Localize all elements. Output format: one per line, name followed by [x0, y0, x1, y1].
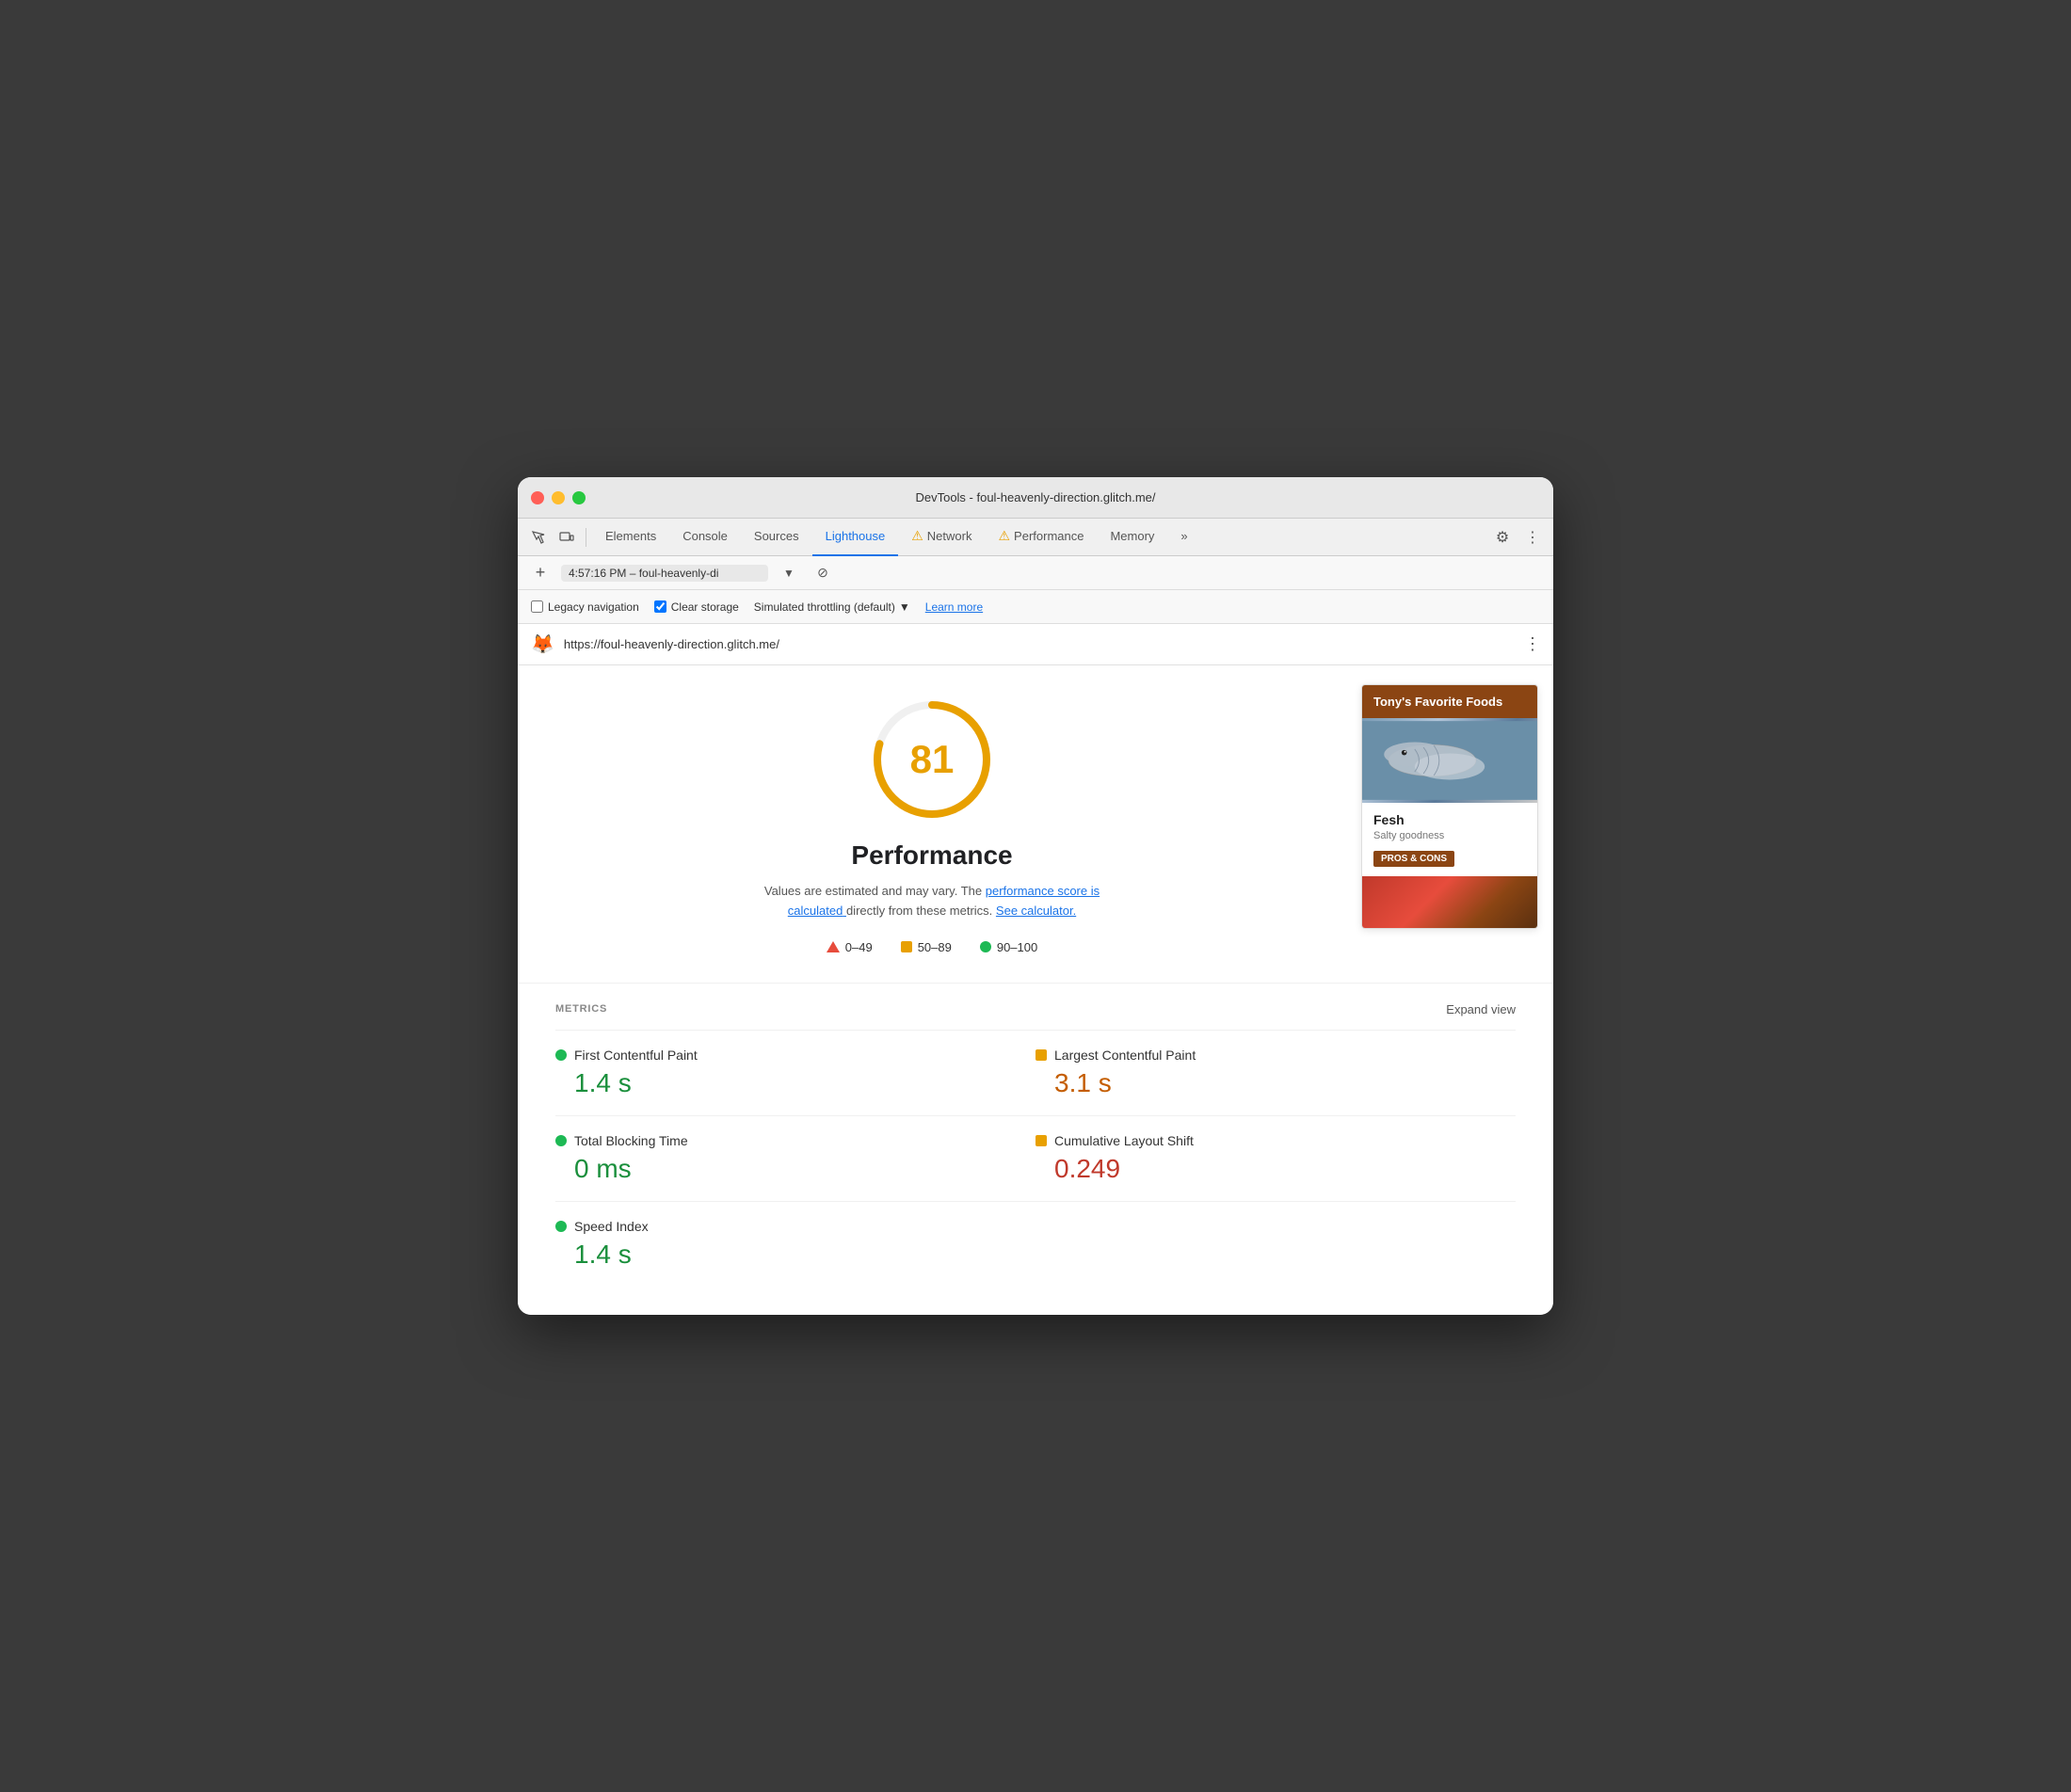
- score-value: 81: [910, 737, 955, 782]
- url-bar-row: + 4:57:16 PM – foul-heavenly-di ▼ ⊘: [518, 556, 1553, 590]
- preview-image-second: [1362, 876, 1537, 928]
- score-circle: 81: [866, 694, 998, 825]
- device-toggle-icon[interactable]: [554, 524, 580, 551]
- metric-lcp-name-row: Largest Contentful Paint: [1036, 1048, 1516, 1063]
- calculator-link[interactable]: See calculator.: [996, 904, 1076, 918]
- metric-fcp-name-row: First Contentful Paint: [555, 1048, 1036, 1063]
- toolbar-right: ⚙ ⋮: [1489, 524, 1546, 551]
- legend-low: 0–49: [827, 940, 873, 954]
- more-menu-icon[interactable]: ⋮: [1519, 524, 1546, 551]
- inspect-element-icon[interactable]: [525, 524, 552, 551]
- site-url: https://foul-heavenly-direction.glitch.m…: [564, 637, 1515, 651]
- clear-storage-input[interactable]: [654, 600, 666, 613]
- performance-description: Values are estimated and may vary. The p…: [744, 882, 1120, 921]
- window-title: DevTools - foul-heavenly-direction.glitc…: [915, 490, 1155, 504]
- legacy-navigation-input[interactable]: [531, 600, 543, 613]
- tab-performance[interactable]: ⚠ Performance: [985, 519, 1097, 556]
- devtools-toolbar: Elements Console Sources Lighthouse ⚠ Ne…: [518, 519, 1553, 556]
- legend-mid-icon: [901, 941, 912, 952]
- tab-lighthouse[interactable]: Lighthouse: [812, 519, 899, 556]
- metric-cls-name: Cumulative Layout Shift: [1054, 1133, 1194, 1148]
- legend-high: 90–100: [980, 940, 1037, 954]
- minimize-button[interactable]: [552, 491, 565, 504]
- maximize-button[interactable]: [572, 491, 586, 504]
- main-content: 81 Performance Values are estimated and …: [518, 665, 1553, 983]
- metric-lcp-dot: [1036, 1049, 1047, 1061]
- traffic-lights: [531, 491, 586, 504]
- tab-elements[interactable]: Elements: [592, 519, 669, 556]
- metric-tbt: Total Blocking Time 0 ms: [555, 1116, 1036, 1202]
- metric-fcp-value: 1.4 s: [555, 1068, 1036, 1098]
- metric-tbt-name-row: Total Blocking Time: [555, 1133, 1036, 1148]
- metric-cls: Cumulative Layout Shift 0.249: [1036, 1116, 1516, 1202]
- site-preview-card: Tony's Favorite Foods: [1361, 684, 1538, 929]
- preview-body: Fesh Salty goodness PROS & CONS: [1362, 803, 1537, 876]
- pros-cons-button[interactable]: PROS & CONS: [1373, 851, 1454, 867]
- add-tab-icon[interactable]: +: [527, 560, 554, 586]
- metric-cls-name-row: Cumulative Layout Shift: [1036, 1133, 1516, 1148]
- tab-sources[interactable]: Sources: [741, 519, 812, 556]
- options-row: Legacy navigation Clear storage Simulate…: [518, 590, 1553, 624]
- metric-fcp-name: First Contentful Paint: [574, 1048, 698, 1063]
- metric-fcp-dot: [555, 1049, 567, 1061]
- performance-title: Performance: [851, 840, 1012, 871]
- site-favicon: 🦊: [531, 632, 554, 656]
- preview-food-name: Fesh: [1373, 812, 1526, 827]
- tab-console[interactable]: Console: [669, 519, 741, 556]
- tab-more[interactable]: »: [1167, 519, 1200, 556]
- metrics-grid: First Contentful Paint 1.4 s Largest Con…: [555, 1030, 1516, 1287]
- metric-si-name: Speed Index: [574, 1219, 649, 1234]
- metric-si-name-row: Speed Index: [555, 1219, 1036, 1234]
- legend-low-icon: [827, 941, 840, 952]
- preview-header: Tony's Favorite Foods: [1362, 685, 1537, 718]
- legend-mid: 50–89: [901, 940, 952, 954]
- expand-view-button[interactable]: Expand view: [1446, 1002, 1516, 1016]
- tab-memory[interactable]: Memory: [1097, 519, 1167, 556]
- metric-lcp: Largest Contentful Paint 3.1 s: [1036, 1030, 1516, 1116]
- metric-tbt-value: 0 ms: [555, 1154, 1036, 1184]
- metric-fcp: First Contentful Paint 1.4 s: [555, 1030, 1036, 1116]
- preview-food-desc: Salty goodness: [1373, 830, 1526, 841]
- url-timestamp[interactable]: 4:57:16 PM – foul-heavenly-di: [561, 565, 768, 582]
- block-icon[interactable]: ⊘: [810, 560, 836, 586]
- right-panel: Tony's Favorite Foods: [1346, 665, 1553, 983]
- devtools-window: DevTools - foul-heavenly-direction.glitc…: [518, 477, 1553, 1315]
- title-bar: DevTools - foul-heavenly-direction.glitc…: [518, 477, 1553, 519]
- tab-network[interactable]: ⚠ Network: [898, 519, 985, 556]
- throttling-select[interactable]: Simulated throttling (default) ▼: [754, 600, 910, 614]
- score-legend: 0–49 50–89 90–100: [827, 940, 1037, 954]
- metrics-header: METRICS Expand view: [555, 984, 1516, 1030]
- metric-si: Speed Index 1.4 s: [555, 1202, 1036, 1287]
- tab-list: Elements Console Sources Lighthouse ⚠ Ne…: [592, 519, 1487, 556]
- left-panel: 81 Performance Values are estimated and …: [518, 665, 1346, 983]
- legend-high-icon: [980, 941, 991, 952]
- metric-si-dot: [555, 1221, 567, 1232]
- preview-image-fish: [1362, 718, 1537, 803]
- legacy-navigation-checkbox[interactable]: Legacy navigation: [531, 600, 639, 614]
- metric-si-value: 1.4 s: [555, 1240, 1036, 1270]
- metrics-label: METRICS: [555, 1003, 607, 1015]
- site-bar: 🦊 https://foul-heavenly-direction.glitch…: [518, 624, 1553, 665]
- settings-icon[interactable]: ⚙: [1489, 524, 1516, 551]
- metric-tbt-dot: [555, 1135, 567, 1146]
- dropdown-icon[interactable]: ▼: [776, 560, 802, 586]
- site-menu-dots[interactable]: ⋮: [1524, 634, 1540, 654]
- metric-tbt-name: Total Blocking Time: [574, 1133, 688, 1148]
- close-button[interactable]: [531, 491, 544, 504]
- clear-storage-checkbox[interactable]: Clear storage: [654, 600, 739, 614]
- metric-cls-value: 0.249: [1036, 1154, 1516, 1184]
- metric-lcp-value: 3.1 s: [1036, 1068, 1516, 1098]
- metrics-section: METRICS Expand view First Contentful Pai…: [518, 983, 1553, 1315]
- metric-lcp-name: Largest Contentful Paint: [1054, 1048, 1196, 1063]
- metric-cls-dot: [1036, 1135, 1047, 1146]
- learn-more-link[interactable]: Learn more: [925, 600, 983, 614]
